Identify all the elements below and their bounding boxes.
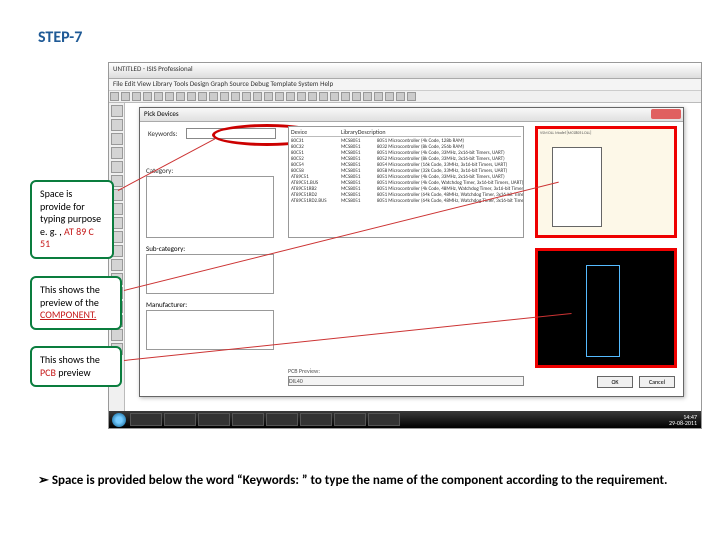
results-table[interactable]: Device Library Description 80C31MCS80518…	[288, 126, 524, 238]
col-desc: Description	[358, 129, 386, 136]
manufacturer-list[interactable]	[146, 310, 274, 350]
keywords-label: Keywords:	[148, 129, 186, 138]
taskbar-item[interactable]	[300, 413, 332, 426]
col-library: Library	[341, 129, 358, 136]
category-list[interactable]	[146, 176, 274, 238]
package-dropdown[interactable]: DIL40	[288, 376, 524, 386]
start-orb-icon[interactable]	[112, 413, 126, 427]
pcb-preview	[535, 248, 677, 368]
toolbar	[109, 91, 701, 103]
taskbar: 14:47 29-08-2011	[109, 411, 701, 428]
dialog-title: Pick Devices	[140, 108, 683, 122]
close-icon[interactable]	[651, 109, 681, 119]
subcategory-label: Sub-category:	[146, 244, 185, 253]
callout-component-preview: This shows the preview of the COMPONENT.	[30, 276, 122, 330]
taskbar-clock: 14:47 29-08-2011	[669, 414, 697, 426]
pick-devices-dialog: Pick Devices Keywords: Category: Sub-cat…	[139, 107, 684, 397]
taskbar-item[interactable]	[130, 413, 162, 426]
taskbar-item[interactable]	[232, 413, 264, 426]
taskbar-item[interactable]	[368, 413, 400, 426]
footer-note: ➢ Space is provided below the word “Keyw…	[38, 472, 692, 490]
taskbar-item[interactable]	[266, 413, 298, 426]
step-title: STEP-7	[38, 28, 82, 47]
cancel-button[interactable]: Cancel	[639, 376, 675, 388]
callout-pcb-preview: This shows the PCB preview	[30, 346, 122, 387]
menu-bar: File Edit View Library Tools Design Grap…	[109, 79, 701, 91]
window-titlebar: UNTITLED - ISIS Professional	[109, 63, 701, 79]
ok-button[interactable]: OK	[597, 376, 633, 388]
app-screenshot: UNTITLED - ISIS Professional File Edit V…	[108, 62, 702, 429]
manufacturer-label: Manufacturer:	[146, 300, 187, 309]
keywords-input[interactable]	[186, 128, 276, 139]
callout-keywords: Space is provide for typing purpose e. g…	[30, 180, 114, 259]
taskbar-item[interactable]	[164, 413, 196, 426]
col-device: Device	[291, 129, 341, 136]
pcb-label: PCB Preview:	[288, 367, 320, 375]
subcategory-list[interactable]	[146, 254, 274, 294]
taskbar-item[interactable]	[198, 413, 230, 426]
taskbar-item[interactable]	[334, 413, 366, 426]
